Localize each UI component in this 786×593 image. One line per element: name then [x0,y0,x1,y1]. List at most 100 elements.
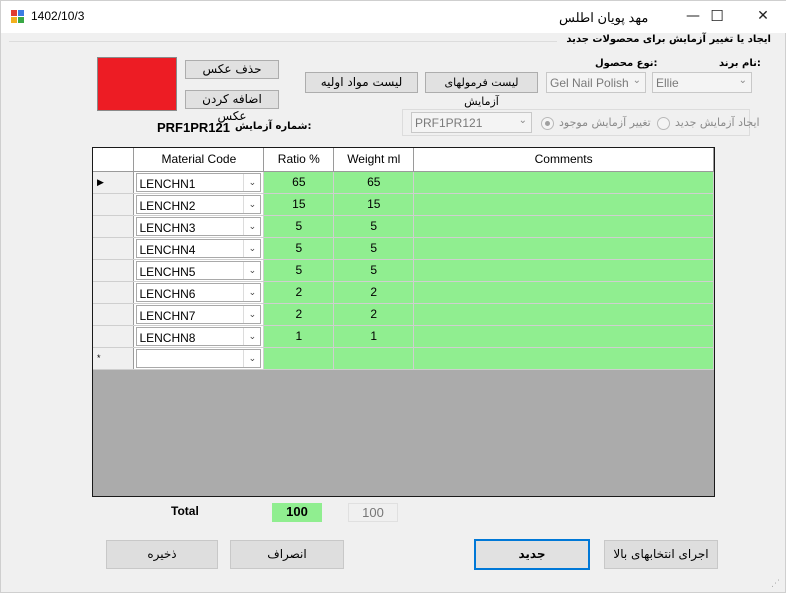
weight-cell[interactable]: 2 [333,303,415,326]
material-code-cell[interactable]: LENCHN1 ⌄ [133,171,265,194]
row-header[interactable] [93,281,135,304]
chevron-down-icon[interactable]: ⌄ [243,349,260,367]
apply-above-button[interactable]: اجرای انتخابهای بالا [604,540,718,569]
material-code-combo[interactable]: ⌄ [136,348,262,368]
chevron-down-icon: ⌄ [632,75,641,86]
comment-cell[interactable] [413,281,714,304]
weight-cell[interactable]: 5 [333,259,415,282]
new-row[interactable]: * ⌄ [93,347,714,370]
chevron-down-icon[interactable]: ⌄ [243,283,260,301]
brand-combo[interactable]: Ellie ⌄ [652,72,752,93]
material-code-cell[interactable]: LENCHN4 ⌄ [133,237,265,260]
ratio-cell[interactable]: 5 [263,215,335,238]
comment-cell[interactable] [413,171,714,194]
table-row[interactable]: ▶ LENCHN1 ⌄ 65 65 [93,171,714,194]
material-code-combo[interactable]: LENCHN3 ⌄ [136,216,262,236]
maximize-button[interactable]: ☐ [695,1,739,33]
ratio-cell[interactable]: 1 [263,325,335,348]
weight-cell[interactable]: 1 [333,325,415,348]
comment-cell[interactable] [413,303,714,326]
weight-cell[interactable]: 5 [333,215,415,238]
add-image-button[interactable]: اضافه کردن عکس [185,90,279,123]
comment-cell[interactable] [413,215,714,238]
window-date: 1402/10/3 [31,9,85,23]
material-code-cell[interactable]: LENCHN5 ⌄ [133,259,265,282]
table-row[interactable]: LENCHN4 ⌄ 5 5 [93,237,714,260]
weight-cell[interactable]: 65 [333,171,415,194]
test-formulas-list-button[interactable]: لیست فرمولهای آزمایش [425,72,538,108]
comment-cell[interactable] [413,193,714,216]
ratio-cell[interactable]: 15 [263,193,335,216]
materials-grid[interactable]: Material Code Ratio % Weight ml Comments… [92,147,715,497]
resize-grip-icon[interactable]: ⋰ [771,579,780,589]
material-code-value: LENCHN3 [139,220,196,235]
material-code-combo[interactable]: LENCHN1 ⌄ [136,172,262,192]
new-row-marker[interactable]: * [93,347,135,370]
row-header[interactable] [93,259,135,282]
material-code-combo[interactable]: LENCHN8 ⌄ [136,326,262,346]
weight-cell[interactable]: 15 [333,193,415,216]
column-header-ratio[interactable]: Ratio % [263,148,335,172]
material-code-combo[interactable]: LENCHN2 ⌄ [136,194,262,214]
row-header[interactable] [93,215,135,238]
ratio-cell[interactable] [263,347,335,370]
row-header[interactable] [93,325,135,348]
table-row[interactable]: LENCHN2 ⌄ 15 15 [93,193,714,216]
column-header-material-code[interactable]: Material Code [133,148,265,172]
grid-body: ▶ LENCHN1 ⌄ 65 65 LENCHN2 ⌄ 15 15 LENCHN3 ⌄ [93,171,714,370]
material-code-cell[interactable]: LENCHN6 ⌄ [133,281,265,304]
material-code-value: LENCHN8 [139,330,196,345]
comment-cell[interactable] [413,259,714,282]
row-header[interactable] [93,303,135,326]
table-row[interactable]: LENCHN3 ⌄ 5 5 [93,215,714,238]
table-row[interactable]: LENCHN6 ⌄ 2 2 [93,281,714,304]
weight-cell[interactable]: 5 [333,237,415,260]
row-marker[interactable]: ▶ [93,171,135,194]
material-code-cell[interactable]: LENCHN2 ⌄ [133,193,265,216]
chevron-down-icon[interactable]: ⌄ [243,305,260,323]
material-code-combo[interactable]: LENCHN4 ⌄ [136,238,262,258]
chevron-down-icon[interactable]: ⌄ [243,261,260,279]
material-code-cell[interactable]: LENCHN7 ⌄ [133,303,265,326]
ratio-cell[interactable]: 65 [263,171,335,194]
table-row[interactable]: LENCHN5 ⌄ 5 5 [93,259,714,282]
material-code-cell[interactable]: LENCHN8 ⌄ [133,325,265,348]
material-code-cell[interactable]: LENCHN3 ⌄ [133,215,265,238]
material-code-value: LENCHN5 [139,264,196,279]
weight-cell[interactable]: 2 [333,281,415,304]
close-button[interactable]: ✕ [741,1,785,33]
ratio-cell[interactable]: 5 [263,237,335,260]
table-row[interactable]: LENCHN7 ⌄ 2 2 [93,303,714,326]
table-row[interactable]: LENCHN8 ⌄ 1 1 [93,325,714,348]
raw-materials-list-button[interactable]: لیست مواد اولیه [305,72,418,93]
chevron-down-icon[interactable]: ⌄ [243,173,260,191]
material-code-combo[interactable]: LENCHN7 ⌄ [136,304,262,324]
chevron-down-icon[interactable]: ⌄ [243,195,260,213]
new-button[interactable]: جدید [474,539,590,570]
material-code-cell[interactable]: ⌄ [133,347,265,370]
chevron-down-icon[interactable]: ⌄ [243,239,260,257]
product-type-combo[interactable]: Gel Nail Polish ⌄ [546,72,646,93]
cancel-button[interactable]: انصراف [230,540,344,569]
material-code-value: LENCHN1 [139,176,196,191]
test-number-value: PRF1PR121 [157,120,230,135]
row-header[interactable] [93,237,135,260]
ratio-cell[interactable]: 2 [263,281,335,304]
comment-cell[interactable] [413,325,714,348]
comment-cell[interactable] [413,237,714,260]
chevron-down-icon[interactable]: ⌄ [243,327,260,345]
chevron-down-icon[interactable]: ⌄ [243,217,260,235]
save-button[interactable]: ذخیره [106,540,218,569]
delete-image-button[interactable]: حذف عکس [185,60,279,79]
material-code-combo[interactable]: LENCHN6 ⌄ [136,282,262,302]
ratio-cell[interactable]: 2 [263,303,335,326]
test-code-combo[interactable]: PRF1PR121 ⌄ [411,112,532,133]
weight-cell[interactable] [333,347,415,370]
column-header-weight[interactable]: Weight ml [333,148,415,172]
ratio-cell[interactable]: 5 [263,259,335,282]
row-header[interactable] [93,193,135,216]
group-title: ایجاد یا تغییر آزمایش برای محصولات جدید [566,34,771,45]
column-header-comments[interactable]: Comments [413,148,714,172]
comment-cell[interactable] [413,347,714,370]
material-code-combo[interactable]: LENCHN5 ⌄ [136,260,262,280]
